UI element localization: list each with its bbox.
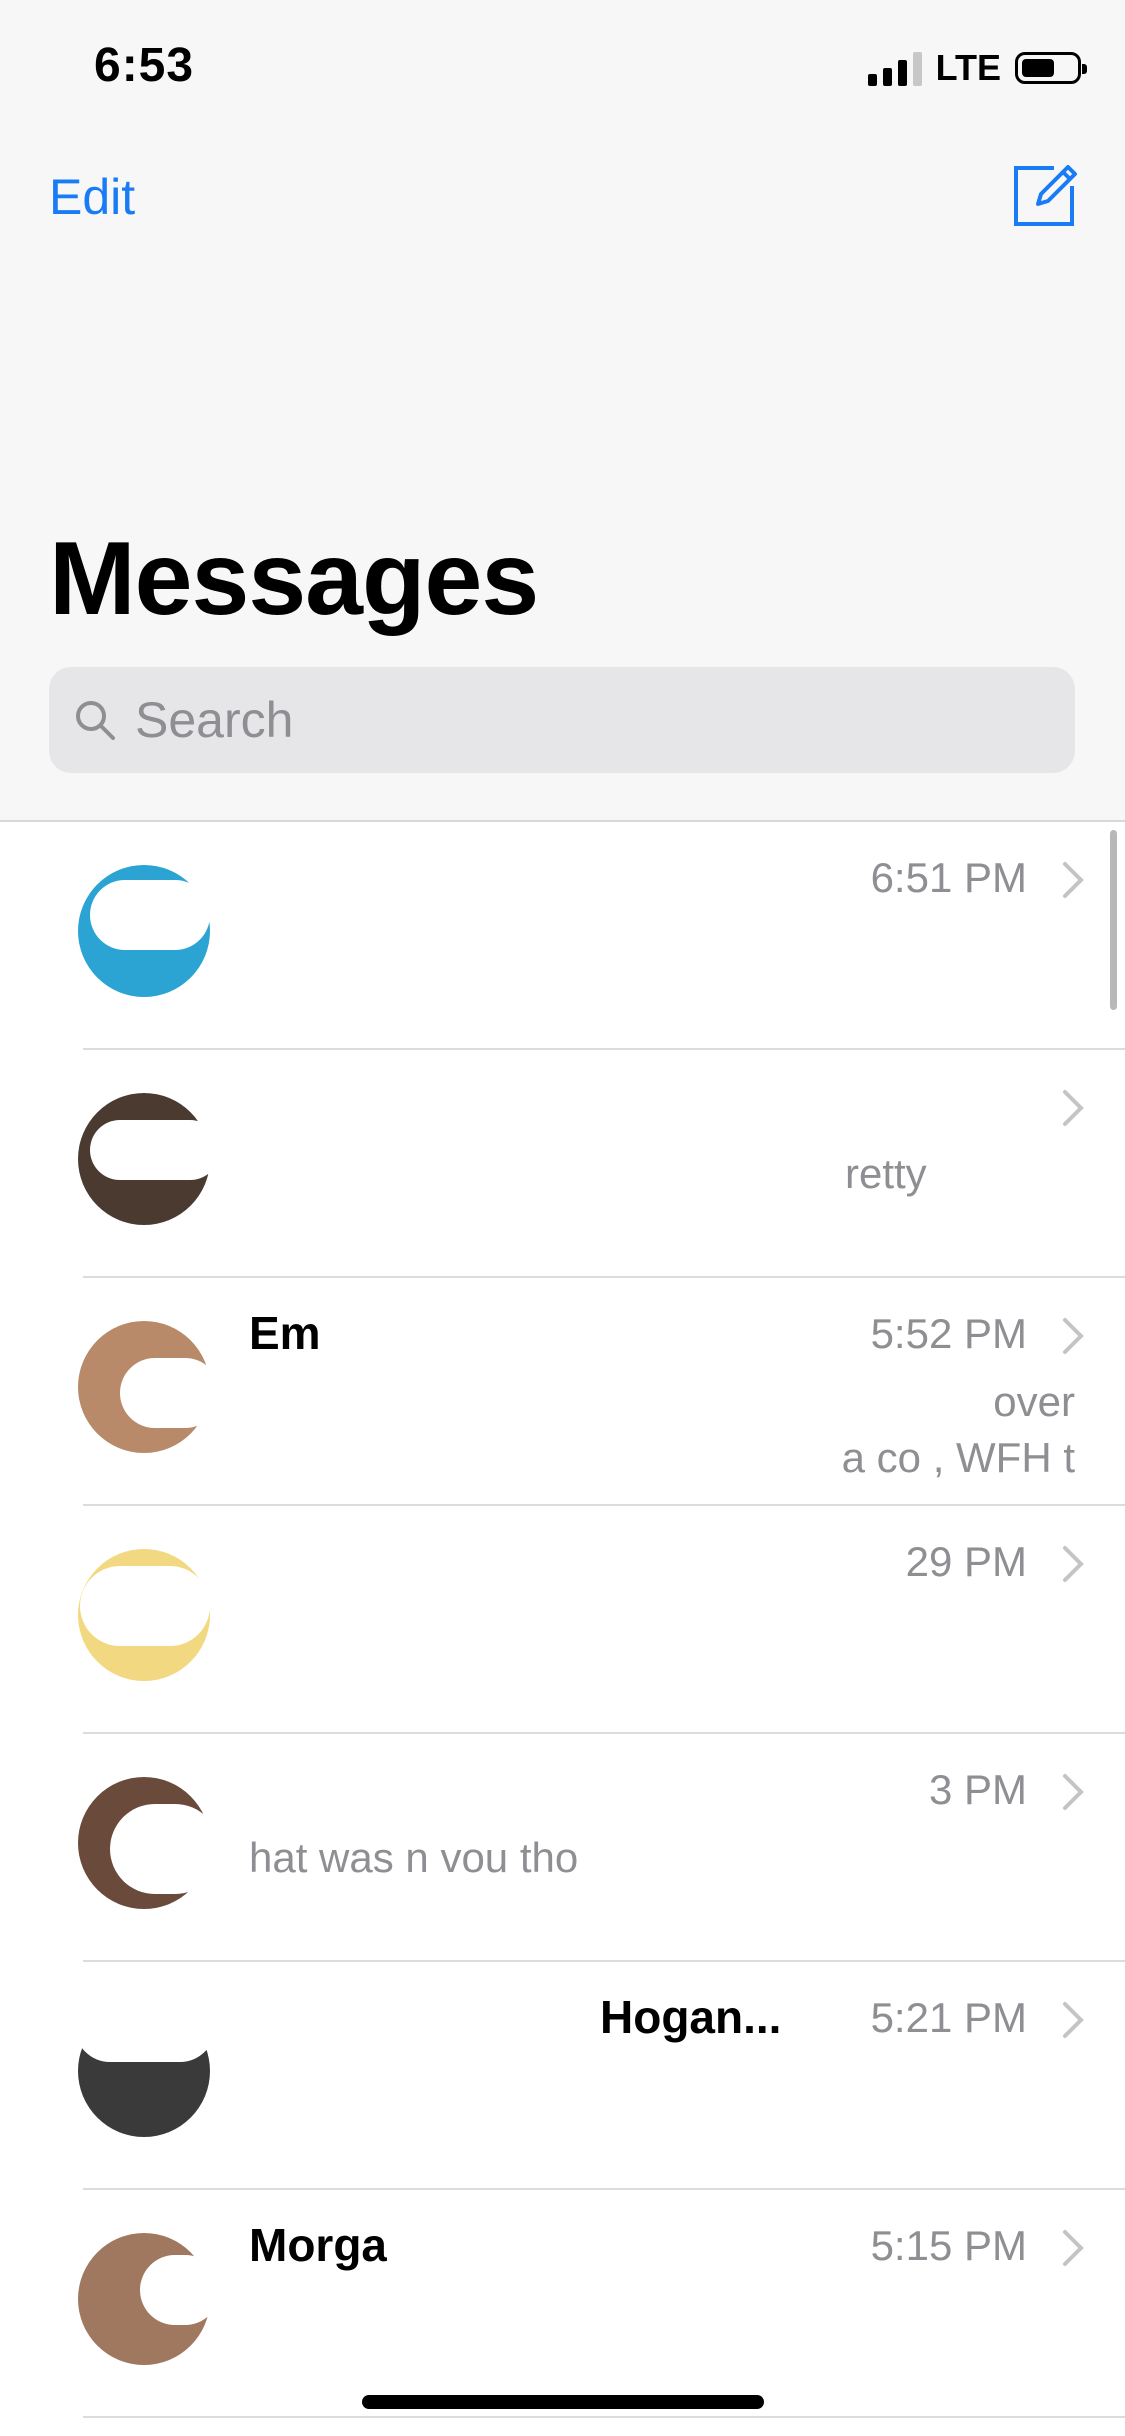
conversation-row[interactable]: retty <box>0 1050 1125 1278</box>
conversation-row[interactable]: Hogan... 5:21 PM <box>0 1962 1125 2190</box>
conversation-row[interactable]: Morga 5:15 PM <box>0 2190 1125 2418</box>
home-indicator[interactable] <box>362 2395 764 2409</box>
scrollbar[interactable] <box>1110 830 1117 1010</box>
conversation-time: 6:51 PM <box>870 854 1027 901</box>
status-time: 6:53 <box>94 39 195 92</box>
conversation-time: 5:15 PM <box>870 2222 1027 2269</box>
page-title: Messages <box>49 521 539 637</box>
conversation-preview: over a co , WFH t <box>841 1378 1075 1481</box>
conversation-time: 5:21 PM <box>870 1994 1027 2041</box>
conversation-time: 3 PM <box>928 1766 1027 1813</box>
conversation-time: 29 PM <box>905 1538 1027 1585</box>
chevron-right-icon <box>1063 862 1084 898</box>
search-input[interactable]: Search <box>49 667 1075 773</box>
chevron-right-icon <box>1063 1546 1084 1582</box>
network-label: LTE <box>935 47 1001 88</box>
conversation-name: Morga <box>249 2219 387 2271</box>
chevron-right-icon <box>1063 1774 1084 1810</box>
conversation-row[interactable]: 29 PM <box>0 1506 1125 1734</box>
search-placeholder: Search <box>135 692 294 748</box>
chevron-right-icon <box>1063 2002 1084 2038</box>
conversation-preview: retty <box>845 1150 927 1197</box>
signal-icon <box>867 50 922 86</box>
chevron-right-icon <box>1063 1318 1084 1354</box>
conversation-preview: hat was n vou tho <box>249 1834 579 1881</box>
conversation-name: Hogan... <box>600 1991 782 2043</box>
conversation-time: 5:52 PM <box>870 1310 1027 1357</box>
chevron-right-icon <box>1063 2230 1084 2266</box>
conversation-list: 6:51 PM retty Em 5:52 PM over a co , WFH… <box>0 822 1125 2418</box>
edit-button[interactable]: Edit <box>49 168 135 226</box>
search-icon <box>76 701 115 740</box>
conversation-name: Em <box>249 1307 321 1359</box>
chevron-right-icon <box>1063 1090 1084 1126</box>
conversation-row[interactable]: 3 PM hat was n vou tho <box>0 1734 1125 1962</box>
conversation-row[interactable]: 6:51 PM <box>0 822 1125 1050</box>
status-indicators: LTE <box>867 47 1087 88</box>
battery-icon <box>1015 52 1087 84</box>
compose-icon[interactable] <box>1010 158 1082 230</box>
conversation-row[interactable]: Em 5:52 PM over a co , WFH t <box>0 1278 1125 1506</box>
row-divider <box>83 2416 1125 2418</box>
